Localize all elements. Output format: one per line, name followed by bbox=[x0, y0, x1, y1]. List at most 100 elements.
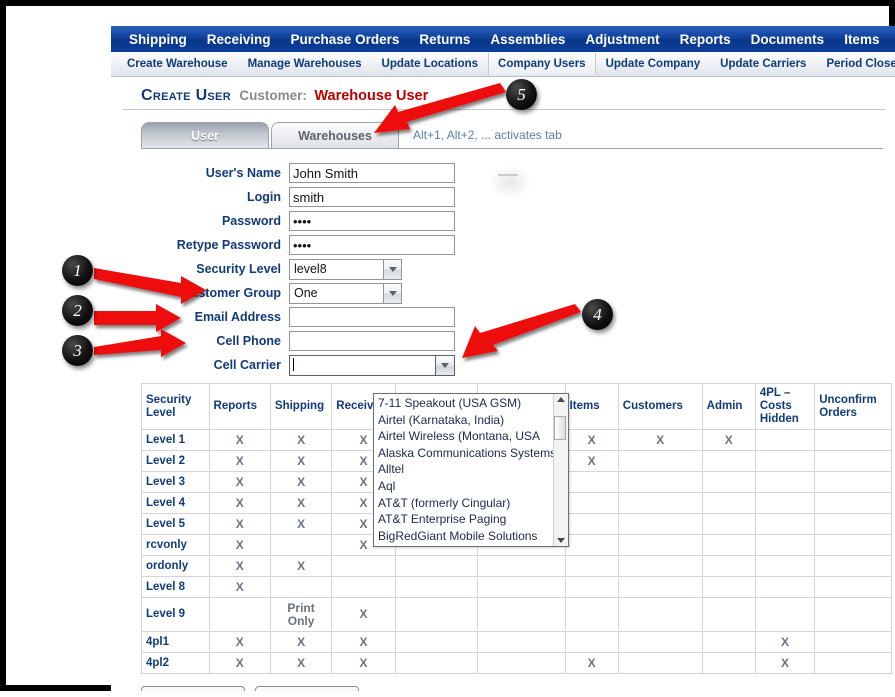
subnav-item-company-users[interactable]: Company Users bbox=[488, 53, 596, 75]
customer-group-select[interactable]: One bbox=[289, 282, 402, 304]
permission-cell: X bbox=[269, 631, 333, 653]
chevron-down-icon bbox=[388, 290, 397, 296]
permission-cell bbox=[208, 597, 271, 632]
dropdown-option[interactable]: BigRedGiant Mobile Solutions bbox=[374, 528, 553, 545]
nav-item-purchase-orders[interactable]: Purchase Orders bbox=[281, 32, 410, 47]
security-level-cell: Level 8 bbox=[141, 576, 210, 598]
permission-cell bbox=[754, 597, 816, 632]
dropdown-option[interactable]: Alltel bbox=[374, 461, 553, 478]
permission-cell bbox=[814, 471, 892, 493]
cell-phone-input[interactable] bbox=[289, 331, 455, 351]
table-row: Level 8X bbox=[141, 576, 892, 598]
subnav-item-manage-warehouses[interactable]: Manage Warehouses bbox=[238, 53, 372, 75]
scroll-down-arrow-icon[interactable] bbox=[557, 538, 565, 543]
col-items: Items bbox=[564, 383, 619, 430]
permission-cell bbox=[564, 631, 619, 653]
subnav-item-period-close[interactable]: Period Close bbox=[816, 53, 895, 75]
email-address-input[interactable] bbox=[289, 307, 455, 327]
login-input[interactable] bbox=[289, 187, 455, 207]
permission-cell bbox=[617, 471, 703, 493]
customer-group-dropdown-button[interactable] bbox=[383, 282, 402, 304]
content-area: Create User Customer: Warehouse User Use… bbox=[111, 77, 895, 691]
permission-cell bbox=[754, 513, 816, 535]
permission-cell bbox=[476, 652, 566, 674]
subnav-item-update-locations[interactable]: Update Locations bbox=[372, 53, 488, 75]
label-customer-group: Customer Group bbox=[181, 286, 281, 300]
scrollbar-thumb[interactable] bbox=[554, 416, 566, 440]
permission-cell bbox=[394, 652, 478, 674]
permission-cell bbox=[754, 534, 816, 556]
nav-item-items[interactable]: Items bbox=[834, 32, 889, 47]
security-level-cell: Level 9 bbox=[141, 597, 210, 632]
tab-hint-text: Alt+1, Alt+2, ... activates tab bbox=[413, 128, 562, 142]
permission-cell: X bbox=[208, 471, 271, 493]
col-customers: Customers bbox=[617, 383, 703, 430]
cell-carrier-combo[interactable] bbox=[289, 354, 455, 376]
permission-cell: X bbox=[269, 652, 333, 674]
permission-cell: X bbox=[269, 429, 333, 451]
main-navigation-bar: Shipping Receiving Purchase Orders Retur… bbox=[111, 26, 895, 52]
dropdown-option[interactable]: AT&T (formerly Cingular) bbox=[374, 495, 553, 512]
nav-item-returns[interactable]: Returns bbox=[409, 32, 480, 47]
retype-password-input[interactable] bbox=[289, 235, 455, 255]
permission-cell bbox=[476, 631, 566, 653]
permission-cell: X bbox=[208, 513, 271, 535]
permission-cell: X bbox=[331, 652, 396, 674]
nav-item-receiving[interactable]: Receiving bbox=[197, 32, 281, 47]
nav-item-reports[interactable]: Reports bbox=[670, 32, 741, 47]
users-name-input[interactable] bbox=[289, 163, 455, 183]
security-level-dropdown-button[interactable] bbox=[383, 258, 402, 280]
permission-cell bbox=[814, 576, 892, 598]
subnav-item-update-company[interactable]: Update Company bbox=[596, 53, 711, 75]
password-input[interactable] bbox=[289, 211, 455, 231]
permission-cell bbox=[701, 471, 756, 493]
nav-item-customers[interactable]: Custo bbox=[889, 32, 895, 47]
dropdown-option[interactable]: Airtel Wireless (Montana, USA bbox=[374, 428, 553, 445]
dropdown-option[interactable]: 7-11 Speakout (USA GSM) bbox=[374, 395, 553, 412]
permission-cell: X bbox=[208, 652, 271, 674]
cell-carrier-value[interactable] bbox=[289, 354, 435, 376]
security-level-cell: Level 4 bbox=[141, 492, 210, 514]
chevron-down-icon bbox=[441, 362, 449, 368]
cell-carrier-dropdown-list[interactable]: 7-11 Speakout (USA GSM) Airtel (Karnataka… bbox=[373, 393, 569, 547]
permission-cell bbox=[564, 555, 619, 577]
field-row-cell-carrier: Cell Carrier bbox=[141, 353, 883, 377]
label-cell-carrier: Cell Carrier bbox=[213, 358, 281, 372]
dropdown-option[interactable]: AT&T Enterprise Paging bbox=[374, 511, 553, 528]
permission-cell bbox=[476, 555, 566, 577]
label-password: Password bbox=[221, 214, 281, 228]
nav-item-documents[interactable]: Documents bbox=[741, 32, 835, 47]
nav-item-adjustment[interactable]: Adjustment bbox=[575, 32, 669, 47]
dropdown-option[interactable]: Alaska Communications Systems bbox=[374, 445, 553, 462]
subnav-item-update-carriers[interactable]: Update Carriers bbox=[710, 53, 816, 75]
nav-item-assemblies[interactable]: Assemblies bbox=[480, 32, 575, 47]
permission-cell: X bbox=[269, 513, 333, 535]
subnav-item-create-warehouse[interactable]: Create Warehouse bbox=[117, 53, 238, 75]
permission-cell: X bbox=[208, 492, 271, 514]
permission-cell: X bbox=[617, 429, 703, 451]
scroll-up-arrow-icon[interactable] bbox=[557, 397, 565, 402]
permission-cell bbox=[701, 597, 756, 632]
permission-cell: X bbox=[754, 652, 816, 674]
permission-cell: X bbox=[269, 492, 333, 514]
tab-user[interactable]: User bbox=[141, 122, 269, 148]
security-level-select[interactable]: level8 bbox=[289, 258, 402, 280]
tab-warehouses[interactable]: Warehouses bbox=[271, 122, 399, 148]
dropdown-option[interactable]: Aql bbox=[374, 478, 553, 495]
add-button[interactable]: Add bbox=[141, 686, 245, 691]
permission-cell: X bbox=[754, 631, 816, 653]
cell-carrier-dropdown-button[interactable] bbox=[435, 354, 455, 376]
customer-name: Warehouse User bbox=[314, 88, 429, 104]
permission-cell bbox=[564, 513, 619, 535]
dropdown-option[interactable]: Airtel (Karnataka, India) bbox=[374, 412, 553, 429]
nav-item-shipping[interactable]: Shipping bbox=[119, 32, 197, 47]
label-users-name: User's Name bbox=[205, 166, 281, 180]
cell-carrier-option-list[interactable]: 7-11 Speakout (USA GSM) Airtel (Karnataka… bbox=[374, 394, 553, 546]
permission-cell bbox=[701, 450, 756, 472]
col-shipping: Shipping bbox=[269, 383, 333, 430]
cancel-button[interactable]: Cancel bbox=[255, 686, 359, 691]
field-row-retype-password: Retype Password bbox=[141, 233, 883, 257]
screenshot-frame: Shipping Receiving Purchase Orders Retur… bbox=[0, 0, 895, 691]
col-unconfirm-orders: Unconfirm Orders bbox=[814, 383, 892, 430]
label-cell-phone: Cell Phone bbox=[216, 334, 281, 348]
